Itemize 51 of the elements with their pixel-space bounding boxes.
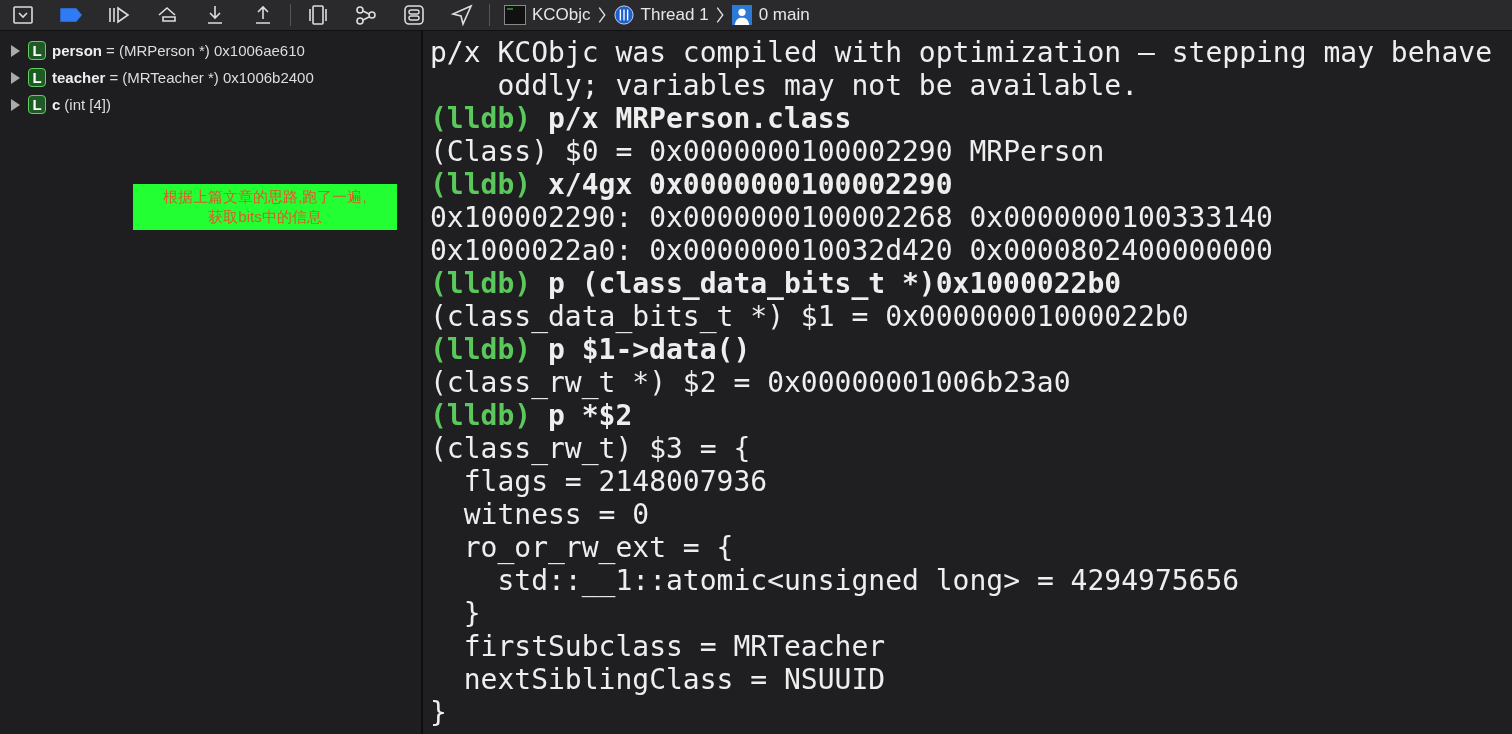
console-output: p/x KCObjc was compiled with optimization – stepping may behave oddly; variables may not be available. [430,36,1494,102]
terminal-icon [504,5,526,25]
disclosure-icon[interactable] [10,98,20,111]
variable-name[interactable]: c [52,96,61,113]
variable-name[interactable]: person [52,42,102,59]
thread-icon [612,5,635,25]
lldb-prompt: (lldb) [430,399,532,432]
variable-value: = (MRTeacher *) 0x1006b2400 [109,69,314,86]
local-badge: L [28,41,46,60]
lldb-prompt: (lldb) [430,267,532,300]
console-output: } [430,696,448,729]
breadcrumb-item[interactable]: Thread 1 [612,5,709,25]
lldb-prompt: (lldb) [430,333,532,366]
console-command: p (class_data_bits_t *)0x1000022b0 [547,267,1122,300]
location-icon[interactable] [449,3,475,27]
environment-icon[interactable] [401,3,427,27]
variable-value: (int [4]) [64,96,112,113]
user-icon [730,5,753,25]
disclosure-icon[interactable] [10,44,20,57]
variable-name[interactable]: teacher [52,69,106,86]
disclosure-icon[interactable] [10,71,20,84]
console-output: std::__1::atomic<unsigned long> = 4294975656 [496,564,1241,597]
breadcrumb-item[interactable]: 0 main [730,5,810,25]
note-text: 获取bits中的信息 [208,207,322,227]
note-text: 根据上篇文章的思路,跑了一遍, [163,187,367,207]
console-output: 0x100002290: 0x0000000100002268 0x0000000100333140 [430,201,1274,234]
console-output: firstSubclass = MRTeacher [462,630,887,663]
console-output: (class_rw_t) $3 = { [430,432,752,465]
console-output: nextSiblingClass = NSUUID [462,663,887,696]
hide-panel-icon[interactable] [10,3,36,27]
console-output: witness = 0 [462,498,651,531]
console-output: 0x1000022a0: 0x000000010032d420 0x0000802400000000 [430,234,1274,267]
console-command: p $1->data() [547,333,751,366]
console-output: flags = 2148007936 [462,465,769,498]
local-badge: L [28,95,46,114]
memory-graph-icon[interactable] [353,3,379,27]
console-command: p *$2 [547,399,633,432]
variable-value: = (MRPerson *) 0x1006ae610 [106,42,305,59]
chevron-icon [714,4,725,26]
lldb-prompt: (lldb) [430,168,532,201]
console-command: x/4gx 0x0000000100002290 [547,168,953,201]
console-command: p/x MRPerson.class [547,102,852,135]
lldb-prompt: (lldb) [430,102,532,135]
breadcrumb-item[interactable]: KCObjc [504,5,591,25]
console-output: (Class) $0 = 0x0000000100002290 MRPerson [430,135,1106,168]
console-output: ro_or_rw_ext = { [462,531,735,564]
console-output: } [462,597,482,630]
local-badge: L [28,68,46,87]
console-output: (class_data_bits_t *) $1 = 0x00000001000022b0 [430,300,1190,333]
chevron-icon [596,4,607,26]
console-output: (class_rw_t *) $2 = 0x00000001006b23a0 [430,366,1072,399]
